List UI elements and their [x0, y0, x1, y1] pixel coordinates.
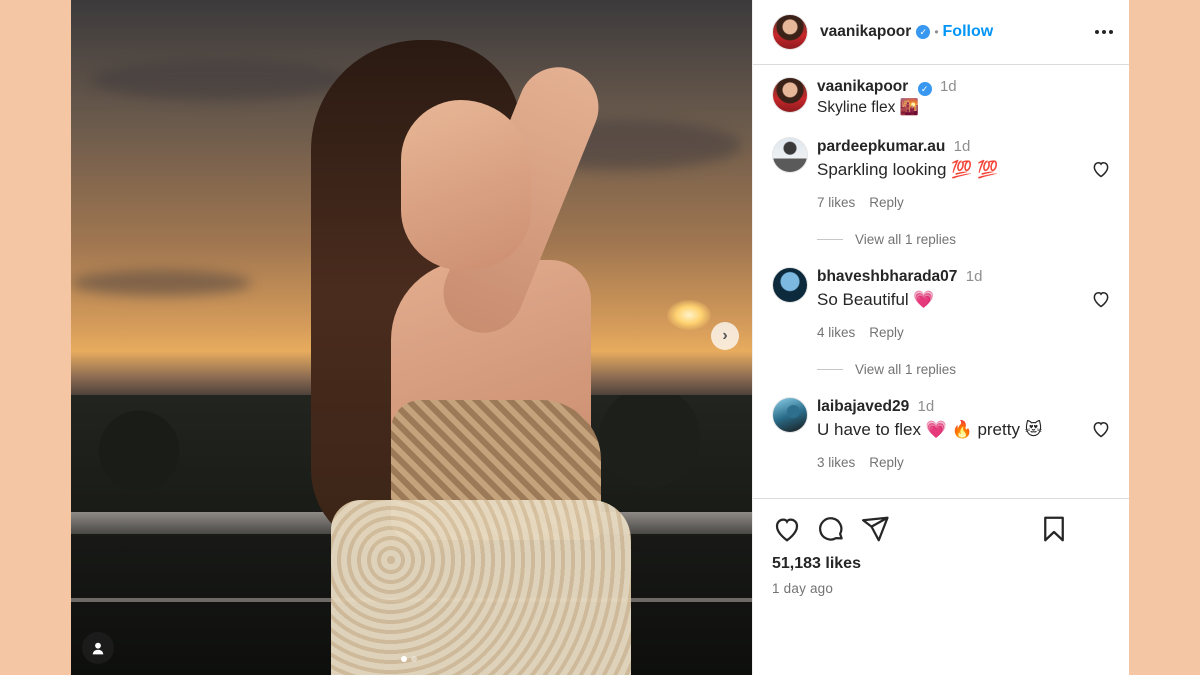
view-replies-link[interactable]: View all 1 replies [817, 362, 1113, 377]
comment: bhaveshbharada07 1d So Beautiful 💗 4 lik… [772, 267, 1113, 340]
comment-username[interactable]: pardeepkumar.au [817, 138, 945, 155]
caption-username[interactable]: vaanikapoor [817, 78, 908, 95]
post-sidebar: vaanikapoor ✓ • Follow vaanikapoor ✓ 1d [752, 0, 1129, 675]
comment-likes[interactable]: 3 likes [817, 455, 855, 470]
heart-icon[interactable] [772, 514, 802, 544]
sun [667, 300, 711, 330]
reply-divider [817, 239, 843, 240]
separator: • [934, 25, 939, 39]
like-count[interactable]: 51,183 likes [772, 555, 1113, 573]
heart-icon [1093, 421, 1109, 438]
commenter-avatar[interactable] [772, 137, 808, 173]
view-replies-label: View all 1 replies [855, 362, 957, 377]
caption-avatar[interactable] [772, 77, 808, 113]
heart-icon [1093, 291, 1109, 308]
avatar[interactable] [772, 14, 808, 50]
post-header: vaanikapoor ✓ • Follow [753, 0, 1129, 65]
comments-section[interactable]: vaanikapoor ✓ 1d Skyline flex 🌇 pardeepk… [753, 65, 1129, 498]
like-comment-button[interactable] [1091, 137, 1113, 210]
view-replies-link[interactable]: View all 1 replies [817, 232, 1113, 247]
carousel-dot [411, 656, 417, 662]
commenter-avatar[interactable] [772, 397, 808, 433]
comment-text: Sparkling looking 💯 💯 [817, 160, 999, 179]
comment-likes[interactable]: 7 likes [817, 195, 855, 210]
reply-button[interactable]: Reply [869, 325, 904, 340]
saree [331, 500, 631, 675]
user-tag-icon [92, 642, 104, 655]
post-actions-area: 51,183 likes 1 day ago [753, 498, 1129, 675]
comment: pardeepkumar.au 1d Sparkling looking 💯 💯… [772, 137, 1113, 210]
tagged-users-button[interactable] [82, 632, 114, 664]
verified-badge-icon: ✓ [917, 82, 932, 96]
comment-bubble-icon[interactable] [816, 514, 846, 544]
follow-button[interactable]: Follow [943, 23, 994, 41]
carousel-dot [401, 656, 407, 662]
comment-time: 1d [917, 398, 935, 415]
bookmark-icon[interactable] [1039, 514, 1069, 544]
chevron-right-icon: › [722, 327, 728, 344]
like-comment-button[interactable] [1091, 397, 1113, 470]
paper-plane-icon[interactable] [860, 514, 890, 544]
more-horizontal-icon [1095, 30, 1099, 34]
heart-icon [1093, 161, 1109, 178]
carousel-indicator [401, 656, 417, 662]
comment-text: U have to flex 💗 🔥 pretty 😻 [817, 420, 1043, 439]
instagram-post: › vaanikapoor ✓ • Follow vaanikapoor ✓ 1… [71, 0, 1129, 675]
next-image-button[interactable]: › [711, 322, 739, 350]
post-image[interactable]: › [71, 0, 752, 675]
reply-button[interactable]: Reply [869, 195, 904, 210]
comment-time: 1d [965, 268, 983, 285]
face [401, 100, 531, 270]
comment-username[interactable]: laibajaved29 [817, 398, 909, 415]
comment: laibajaved29 1d U have to flex 💗 🔥 prett… [772, 397, 1113, 470]
more-options-button[interactable] [1095, 24, 1113, 40]
view-replies-label: View all 1 replies [855, 232, 957, 247]
woman-figure [251, 20, 671, 675]
caption-time: 1d [939, 78, 957, 95]
commenter-avatar[interactable] [772, 267, 808, 303]
header-username[interactable]: vaanikapoor [820, 23, 911, 41]
like-comment-button[interactable] [1091, 267, 1113, 340]
action-bar [772, 513, 1113, 545]
cloud [71, 270, 251, 296]
verified-badge-icon: ✓ [916, 25, 931, 39]
comment-username[interactable]: bhaveshbharada07 [817, 268, 957, 285]
comment-time: 1d [953, 138, 971, 155]
comment-likes[interactable]: 4 likes [817, 325, 855, 340]
post-time: 1 day ago [772, 581, 834, 596]
caption-text: Skyline flex 🌇 [817, 99, 919, 116]
reply-divider [817, 369, 843, 370]
caption: vaanikapoor ✓ 1d Skyline flex 🌇 [772, 77, 1113, 119]
comment-text: So Beautiful 💗 [817, 290, 935, 309]
reply-button[interactable]: Reply [869, 455, 904, 470]
